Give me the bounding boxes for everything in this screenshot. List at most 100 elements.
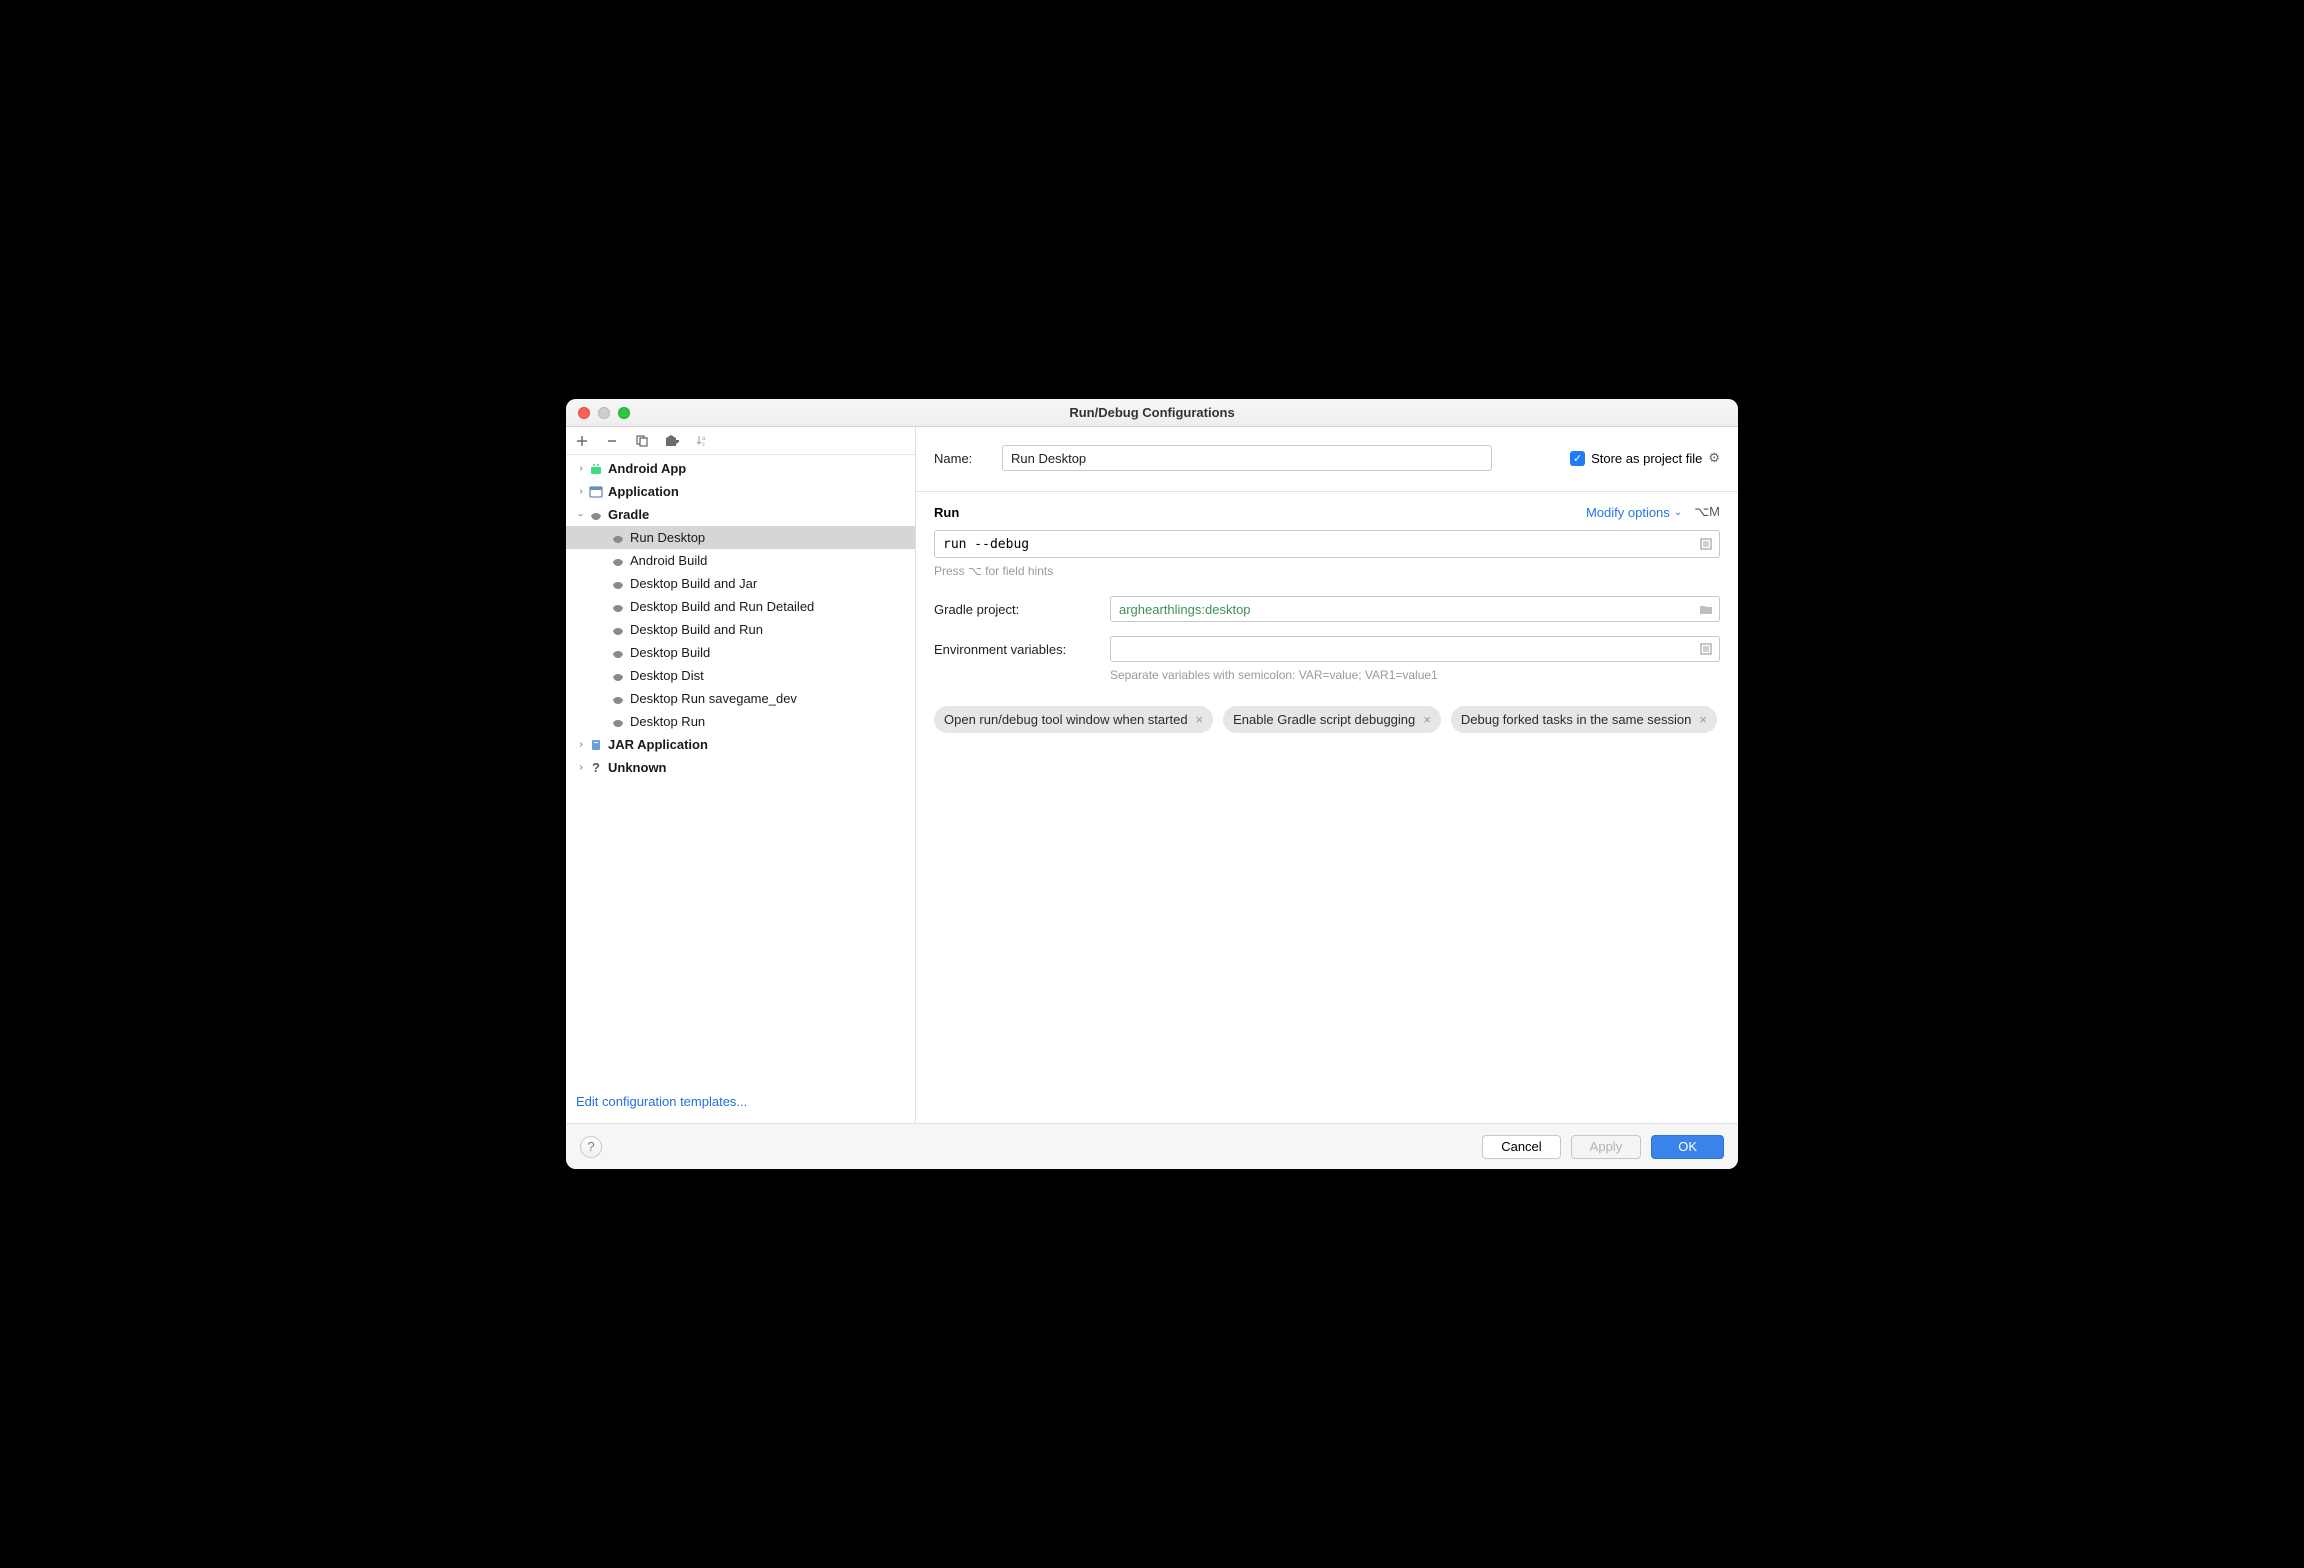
application-icon — [588, 484, 604, 500]
android-icon — [588, 461, 604, 477]
tree-node-android-build[interactable]: Android Build — [566, 549, 915, 572]
tree-label: Gradle — [608, 507, 649, 522]
name-input[interactable] — [1002, 445, 1492, 471]
run-title: Run — [934, 505, 959, 520]
tag-debug-forked-tasks[interactable]: Debug forked tasks in the same session × — [1451, 706, 1717, 733]
chevron-down-icon: › — [574, 508, 588, 522]
remove-config-icon[interactable] — [604, 433, 620, 449]
save-config-icon[interactable] — [664, 433, 680, 449]
tree-node-desktop-build-jar[interactable]: Desktop Build and Jar — [566, 572, 915, 595]
tree-node-jar-application[interactable]: › JAR Application — [566, 733, 915, 756]
store-label: Store as project file — [1591, 451, 1702, 466]
tree-label: Desktop Build and Run Detailed — [630, 599, 814, 614]
sidebar: az › Android App › Application — [566, 427, 916, 1123]
copy-config-icon[interactable] — [634, 433, 650, 449]
close-icon[interactable]: × — [1699, 712, 1707, 727]
help-button[interactable]: ? — [580, 1136, 602, 1158]
config-tree: › Android App › Application › — [566, 455, 915, 1084]
gradle-icon — [610, 691, 626, 707]
dialog-footer: ? Cancel Apply OK — [566, 1123, 1738, 1169]
gradle-icon — [610, 668, 626, 684]
divider — [916, 491, 1738, 492]
chevron-right-icon: › — [574, 738, 588, 752]
gradle-icon — [610, 599, 626, 615]
checkbox-checked-icon[interactable]: ✓ — [1570, 451, 1585, 466]
modify-shortcut: ⌥M — [1694, 504, 1720, 520]
close-icon[interactable]: × — [1196, 712, 1204, 727]
tree-label: Desktop Dist — [630, 668, 704, 683]
tree-label: Desktop Run savegame_dev — [630, 691, 797, 706]
tree-node-run-desktop[interactable]: Run Desktop — [566, 526, 915, 549]
dialog-window: Run/Debug Configurations az — [566, 399, 1738, 1169]
gradle-icon — [610, 553, 626, 569]
dialog-body: az › Android App › Application — [566, 427, 1738, 1123]
tree-node-desktop-build-run-detailed[interactable]: Desktop Build and Run Detailed — [566, 595, 915, 618]
tree-label: Android App — [608, 461, 686, 476]
window-title: Run/Debug Configurations — [566, 405, 1738, 420]
jar-icon — [588, 737, 604, 753]
expand-field-icon[interactable] — [1698, 536, 1714, 552]
gradle-project-label: Gradle project: — [934, 602, 1094, 617]
svg-text:z: z — [702, 442, 705, 448]
tree-label: Desktop Build — [630, 645, 710, 660]
env-hint: Separate variables with semicolon: VAR=v… — [1110, 668, 1720, 682]
env-row: Environment variables: — [934, 636, 1720, 662]
tree-node-application[interactable]: › Application — [566, 480, 915, 503]
maximize-window-button[interactable] — [618, 407, 630, 419]
minimize-window-button[interactable] — [598, 407, 610, 419]
tree-label: Desktop Build and Jar — [630, 576, 757, 591]
expand-field-icon[interactable] — [1698, 641, 1714, 657]
tree-node-desktop-build-run[interactable]: Desktop Build and Run — [566, 618, 915, 641]
gradle-project-input[interactable] — [1110, 596, 1720, 622]
tree-label: Desktop Run — [630, 714, 705, 729]
option-tags: Open run/debug tool window when started … — [934, 706, 1720, 733]
tree-node-desktop-dist[interactable]: Desktop Dist — [566, 664, 915, 687]
chevron-right-icon: › — [574, 761, 588, 775]
gradle-icon — [610, 714, 626, 730]
cancel-button[interactable]: Cancel — [1482, 1135, 1560, 1159]
gradle-icon — [610, 576, 626, 592]
press-hint: Press ⌥ for field hints — [934, 564, 1720, 578]
close-icon[interactable]: × — [1423, 712, 1431, 727]
env-label: Environment variables: — [934, 642, 1094, 657]
gradle-icon — [610, 645, 626, 661]
run-command-input[interactable] — [934, 530, 1720, 558]
run-command-wrap — [934, 530, 1720, 558]
modify-options-link[interactable]: Modify options ⌄ — [1586, 505, 1682, 520]
tree-label: Desktop Build and Run — [630, 622, 763, 637]
tree-node-desktop-run[interactable]: Desktop Run — [566, 710, 915, 733]
close-window-button[interactable] — [578, 407, 590, 419]
tree-label: Application — [608, 484, 679, 499]
tag-enable-gradle-debug[interactable]: Enable Gradle script debugging × — [1223, 706, 1441, 733]
gradle-icon — [610, 530, 626, 546]
sidebar-toolbar: az — [566, 427, 915, 455]
titlebar: Run/Debug Configurations — [566, 399, 1738, 427]
tree-node-unknown[interactable]: › ? Unknown — [566, 756, 915, 779]
folder-icon[interactable] — [1698, 601, 1714, 617]
main-panel: Name: ✓ Store as project file ⚙ Run Modi… — [916, 427, 1738, 1123]
run-section-header: Run Modify options ⌄ ⌥M — [934, 504, 1720, 520]
add-config-icon[interactable] — [574, 433, 590, 449]
env-input[interactable] — [1110, 636, 1720, 662]
tree-label: Android Build — [630, 553, 707, 568]
gradle-icon — [610, 622, 626, 638]
sort-config-icon[interactable]: az — [694, 433, 710, 449]
tree-label: Run Desktop — [630, 530, 705, 545]
ok-button[interactable]: OK — [1651, 1135, 1724, 1159]
name-row: Name: ✓ Store as project file ⚙ — [934, 445, 1720, 471]
traffic-lights — [566, 407, 630, 419]
tree-node-android-app[interactable]: › Android App — [566, 457, 915, 480]
tree-node-gradle[interactable]: › Gradle — [566, 503, 915, 526]
tree-label: Unknown — [608, 760, 667, 775]
chevron-right-icon: › — [574, 462, 588, 476]
store-as-project-file[interactable]: ✓ Store as project file ⚙ — [1570, 450, 1720, 466]
tree-node-desktop-build[interactable]: Desktop Build — [566, 641, 915, 664]
apply-button: Apply — [1571, 1135, 1642, 1159]
gear-icon[interactable]: ⚙ — [1708, 450, 1720, 466]
config-form: Name: ✓ Store as project file ⚙ Run Modi… — [916, 427, 1738, 1123]
edit-templates-link[interactable]: Edit configuration templates... — [566, 1084, 915, 1123]
tag-open-tool-window[interactable]: Open run/debug tool window when started … — [934, 706, 1213, 733]
gradle-icon — [588, 507, 604, 523]
chevron-right-icon: › — [574, 485, 588, 499]
tree-node-desktop-run-savegame[interactable]: Desktop Run savegame_dev — [566, 687, 915, 710]
